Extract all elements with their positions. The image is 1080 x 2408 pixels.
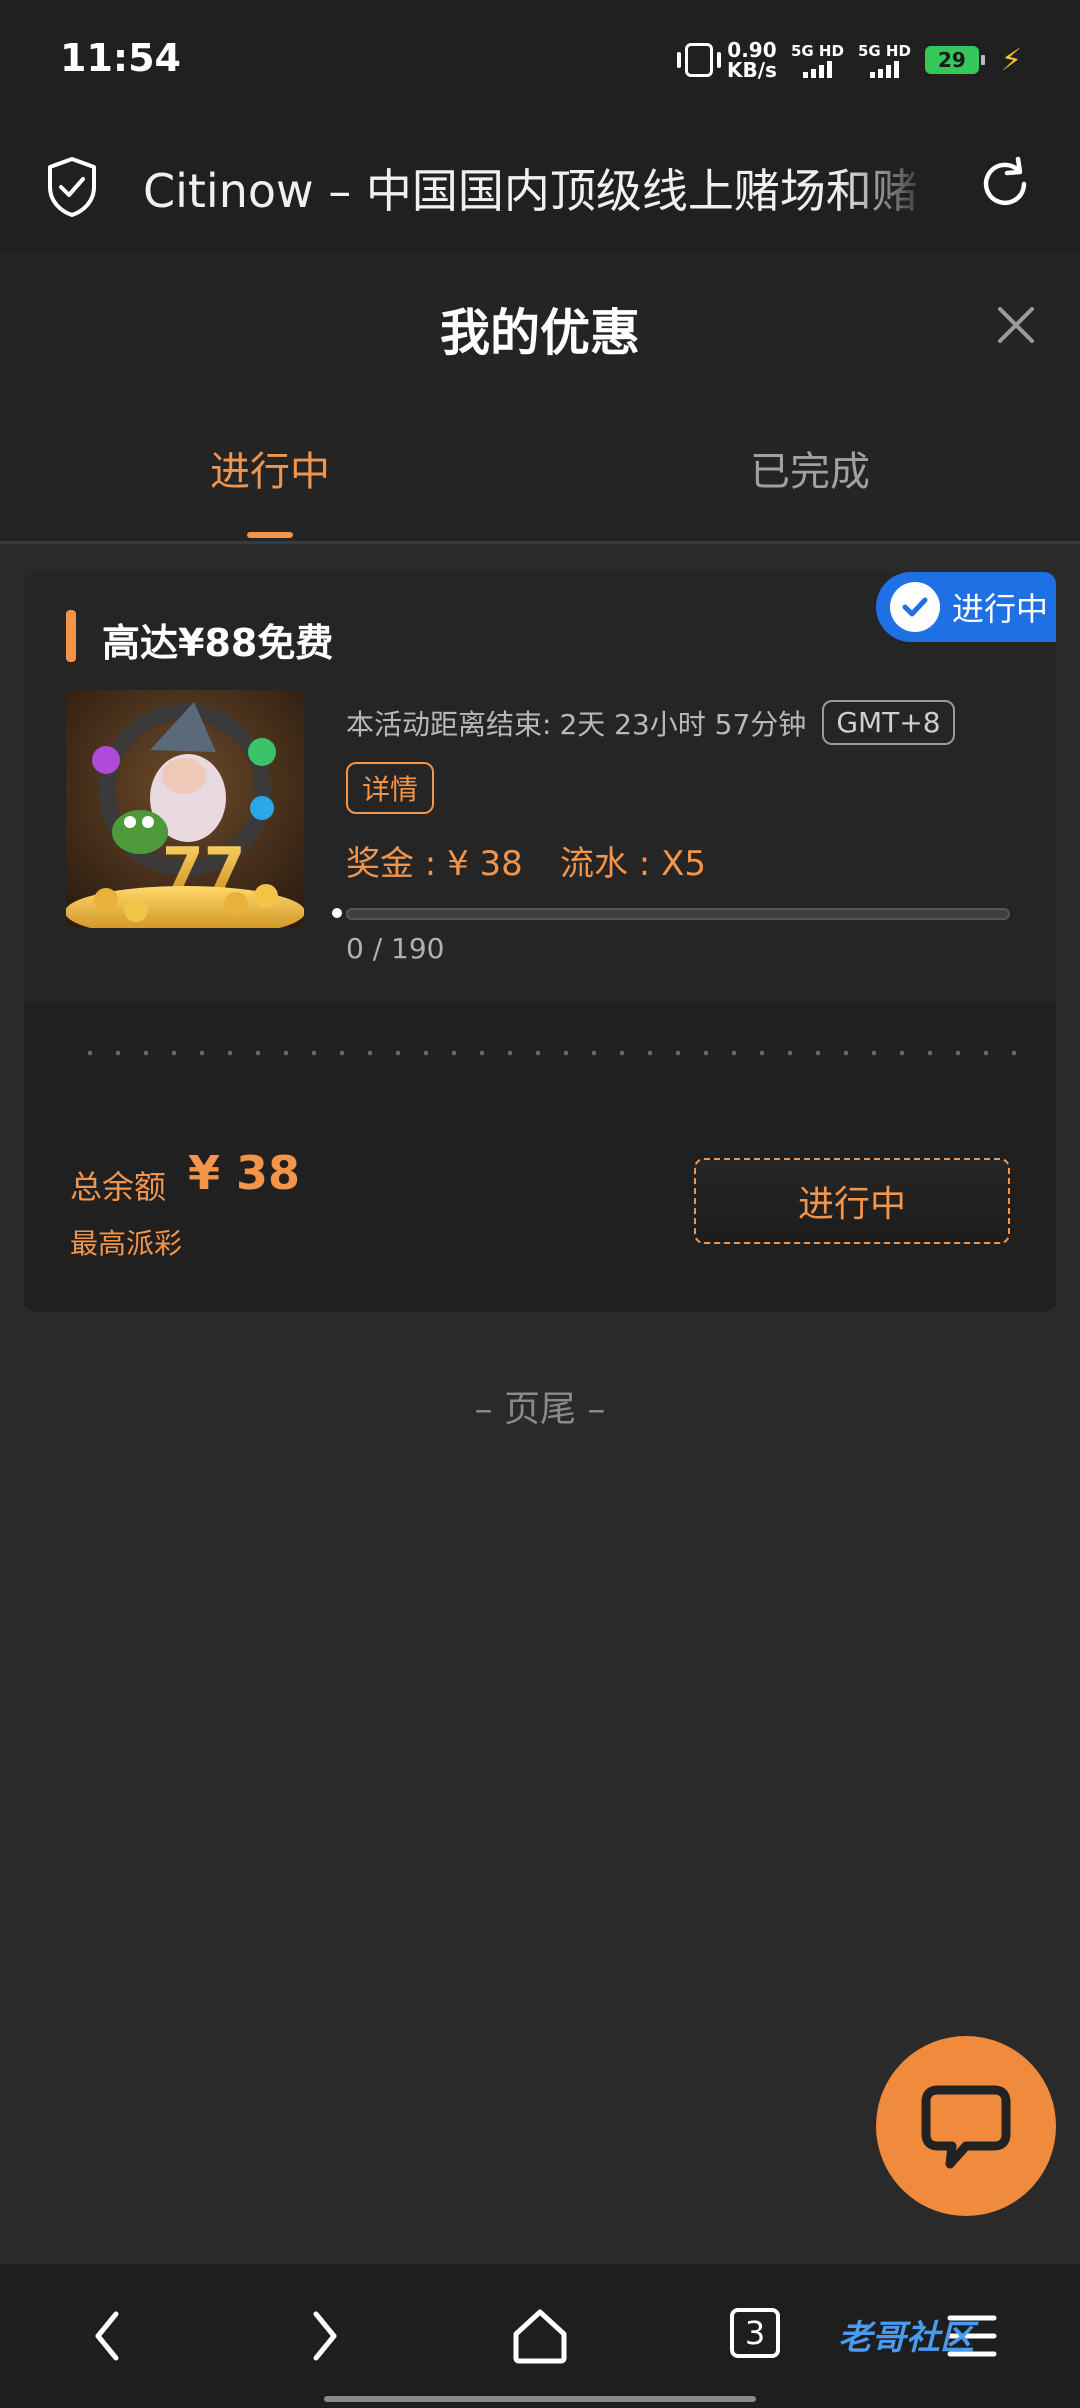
bonus-amount: 奖金 : ¥ 38 bbox=[346, 844, 523, 884]
battery-level: 29 bbox=[938, 48, 966, 72]
countdown-value: 2天 23小时 57分钟 bbox=[559, 707, 807, 741]
balance-label: 总余额 bbox=[70, 1168, 167, 1206]
tab-in-progress[interactable]: 进行中 bbox=[0, 439, 540, 497]
forward-icon[interactable] bbox=[292, 2304, 356, 2368]
details-button[interactable]: 详情 bbox=[346, 762, 435, 814]
home-indicator[interactable] bbox=[324, 2396, 756, 2402]
browser-bottom-nav: 3 老哥社区 bbox=[0, 2264, 1080, 2408]
watermark-logo: 老哥社区 bbox=[838, 2318, 974, 2358]
close-icon[interactable] bbox=[988, 297, 1044, 353]
promo-game-thumbnail: 77 bbox=[66, 690, 304, 928]
net-speed-value: 0.90 bbox=[727, 38, 777, 62]
live-chat-button[interactable] bbox=[876, 2036, 1056, 2216]
status-icons: 0.90 KB/s 5G HD 5G HD 29 ⚡ bbox=[677, 40, 1022, 80]
page-end-marker: – 页尾 – bbox=[474, 1389, 606, 1430]
status-badge: 进行中 bbox=[876, 572, 1056, 642]
sim2-signal-icon: 5G HD bbox=[858, 42, 911, 78]
panel-title: 我的优惠 bbox=[440, 304, 640, 362]
title-accent-bar bbox=[66, 610, 76, 662]
browser-toolbar: Citinow – 中国国内顶级线上赌场和赌 bbox=[0, 125, 1080, 254]
reload-icon[interactable] bbox=[974, 153, 1036, 215]
net-speed-unit: KB/s bbox=[727, 58, 777, 82]
dotted-divider bbox=[76, 1050, 1016, 1056]
home-icon[interactable] bbox=[508, 2304, 572, 2368]
status-badge-label: 进行中 bbox=[952, 590, 1049, 628]
battery-icon: 29 bbox=[924, 46, 985, 74]
in-progress-button[interactable]: 进行中 bbox=[694, 1158, 1010, 1244]
tab-bar: 进行中 已完成 bbox=[0, 401, 1080, 544]
check-icon bbox=[890, 582, 940, 632]
balance-value: ¥ 38 bbox=[188, 1146, 301, 1200]
turnover-multiplier: 流水 : X5 bbox=[560, 844, 706, 884]
charging-icon: ⚡ bbox=[1000, 42, 1022, 78]
max-payout-label: 最高派彩 bbox=[70, 1227, 183, 1260]
back-icon[interactable] bbox=[76, 2304, 140, 2368]
promo-card[interactable]: 进行中 高达¥88免费 77 本活动距离结束: 2天 23小时 57分钟 GMT… bbox=[24, 572, 1056, 1312]
timezone-badge: GMT+8 bbox=[822, 700, 955, 745]
security-shield-icon[interactable] bbox=[44, 155, 100, 219]
screen: 11:54 0.90 KB/s 5G HD 5G HD 29 ⚡ Citinow… bbox=[0, 0, 1080, 2408]
status-bar: 11:54 0.90 KB/s 5G HD 5G HD 29 ⚡ bbox=[0, 0, 1080, 125]
tabs-count-button[interactable]: 3 bbox=[730, 2308, 780, 2358]
sim2-label: 5G HD bbox=[857, 42, 911, 60]
countdown: 本活动距离结束: 2天 23小时 57分钟 GMT+8 bbox=[346, 700, 955, 745]
progress-bar bbox=[346, 908, 1010, 920]
sim1-signal-icon: 5G HD bbox=[791, 42, 844, 78]
chat-icon bbox=[921, 2085, 1011, 2169]
progress-text: 0 / 190 bbox=[346, 932, 445, 965]
panel-header: 我的优惠 bbox=[0, 253, 1080, 401]
active-tab-indicator bbox=[247, 532, 293, 538]
tabs-count: 3 bbox=[744, 2314, 766, 2352]
countdown-label: 本活动距离结束: bbox=[346, 707, 552, 741]
sim1-label: 5G HD bbox=[790, 42, 844, 60]
network-speed: 0.90 KB/s bbox=[727, 40, 777, 80]
progress-start-dot bbox=[332, 908, 342, 918]
clock: 11:54 bbox=[60, 36, 181, 80]
tab-completed[interactable]: 已完成 bbox=[540, 439, 1080, 497]
page-title-address[interactable]: Citinow – 中国国内顶级线上赌场和赌 bbox=[143, 155, 933, 221]
vibrate-icon bbox=[677, 43, 721, 77]
promo-title: 高达¥88免费 bbox=[102, 621, 334, 665]
